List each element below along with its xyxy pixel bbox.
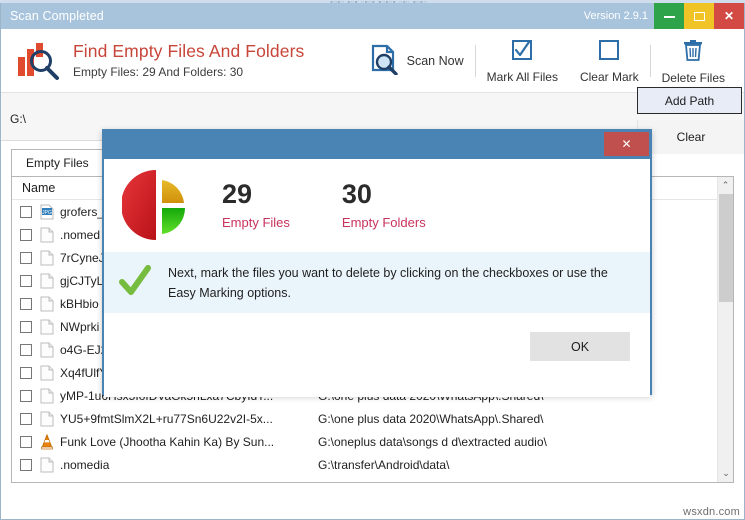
row-checkbox[interactable] <box>20 205 32 218</box>
dialog-footer: OK <box>104 313 650 397</box>
row-checkbox[interactable] <box>20 412 32 425</box>
maximize-icon <box>693 11 705 21</box>
green-check-icon <box>118 265 152 299</box>
dialog-message-bar: Next, mark the files you want to delete … <box>104 251 650 313</box>
vlc-media-icon <box>40 433 54 450</box>
row-file-path: G:\transfer\Android\data\ <box>318 457 450 472</box>
empty-folders-stat-label: Empty Folders <box>341 214 426 230</box>
generic-file-icon <box>40 388 54 404</box>
row-checkbox[interactable] <box>20 389 32 402</box>
brand-text: Find Empty Files And Folders Empty Files… <box>73 41 304 80</box>
dialog-message-text: Next, mark the files you want to delete … <box>168 266 608 300</box>
version-label: Version 2.9.1 <box>583 10 648 22</box>
generic-file-icon <box>40 365 54 381</box>
empty-folders-count: 30 <box>341 178 372 209</box>
row-file-path: G:\one plus data 2020\WhatsApp\.Shared\ <box>318 411 544 426</box>
generic-file-icon <box>40 296 54 312</box>
results-pie-chart <box>121 168 196 242</box>
row-file-name: .nomedia <box>60 457 110 472</box>
file-list-scrollbar[interactable]: ⌃ ⌄ <box>717 177 733 482</box>
minimize-icon <box>663 15 675 18</box>
dialog-close-button[interactable]: ✕ <box>604 132 649 156</box>
row-checkbox[interactable] <box>20 366 32 379</box>
table-row[interactable]: .nomedia G:\transfer\Android\data\ <box>12 453 733 476</box>
checked-box-icon <box>511 39 533 66</box>
row-file-name: Funk Love (Jhootha Kahin Ka) By Sun... <box>60 434 275 449</box>
row-checkbox[interactable] <box>20 320 32 333</box>
mark-all-files-label: Mark All Files <box>486 69 558 84</box>
svg-text:JPG: JPG <box>42 210 52 216</box>
row-checkbox[interactable] <box>20 343 32 356</box>
jpg-file-icon: JPG <box>40 204 54 220</box>
row-file-path: G:\oneplus data\songs d d\extracted audi… <box>318 434 547 449</box>
add-path-button[interactable]: Add Path <box>637 87 742 114</box>
row-checkbox[interactable] <box>20 228 32 241</box>
empty-folders-stat: 30 Empty Folders <box>341 178 426 230</box>
empty-box-icon <box>598 39 620 66</box>
title-bar: Scan Completed Version 2.9.1 ✕ <box>1 3 744 29</box>
app-header: Find Empty Files And Folders Empty Files… <box>1 29 744 93</box>
clear-mark-button[interactable]: Clear Mark <box>569 33 650 89</box>
scan-now-button[interactable]: Scan Now <box>357 33 475 89</box>
watermark: wsxdn.com <box>683 506 740 518</box>
brand: Find Empty Files And Folders Empty Files… <box>1 41 304 81</box>
empty-files-stat-label: Empty Files <box>222 214 290 230</box>
window-title: Scan Completed <box>10 9 104 23</box>
minimize-button[interactable] <box>654 3 684 29</box>
delete-files-button[interactable]: Delete Files <box>651 33 736 89</box>
empty-files-count: 29 <box>222 178 253 209</box>
generic-file-icon <box>40 457 54 473</box>
scan-document-icon <box>368 43 400 80</box>
row-file-name: YU5+9fmtSlmX2L+ru77Sn6U22v2I-5x... <box>60 411 273 426</box>
dialog-title-bar: ✕ <box>104 131 650 159</box>
app-logo-icon <box>17 41 63 81</box>
mark-all-files-button[interactable]: Mark All Files <box>476 33 569 89</box>
trash-can-icon <box>682 38 704 67</box>
close-button[interactable]: ✕ <box>714 3 744 29</box>
row-checkbox[interactable] <box>20 274 32 287</box>
row-checkbox[interactable] <box>20 458 32 471</box>
clear-mark-label: Clear Mark <box>579 69 639 84</box>
window-controls: Version 2.9.1 ✕ <box>584 3 744 29</box>
generic-file-icon <box>40 319 54 335</box>
generic-file-icon <box>40 250 54 266</box>
scroll-down-arrow-icon[interactable]: ⌄ <box>718 465 733 482</box>
scroll-up-arrow-icon[interactable]: ⌃ <box>718 177 733 194</box>
scan-summary: Empty Files: 29 And Folders: 30 <box>73 64 244 79</box>
scan-now-label: Scan Now <box>406 54 464 68</box>
page-title: Find Empty Files And Folders <box>73 41 305 62</box>
delete-files-label: Delete Files <box>661 70 725 85</box>
app-window: ▪▫▪▫ ▪▫▪ ▫▪▫▪ ▪▫▪▫▪ ▫▪▫ ▪▫▪▫ Scan Comple… <box>0 0 745 520</box>
tab-empty-files[interactable]: Empty Files <box>11 149 104 176</box>
dialog-stats: 29 Empty Files 30 Empty Folders <box>104 159 650 251</box>
scan-result-dialog: ✕ 29 Empty Files 30 Empty Folders Next, … <box>102 129 652 397</box>
row-checkbox[interactable] <box>20 435 32 448</box>
generic-file-icon <box>40 411 54 427</box>
row-checkbox[interactable] <box>20 251 32 264</box>
table-row[interactable]: YU5+9fmtSlmX2L+ru77Sn6U22v2I-5x... G:\one… <box>12 407 733 430</box>
scrollbar-thumb[interactable] <box>719 194 733 302</box>
generic-file-icon <box>40 273 54 289</box>
empty-files-stat: 29 Empty Files <box>222 178 290 230</box>
row-checkbox[interactable] <box>20 297 32 310</box>
table-row[interactable]: Funk Love (Jhootha Kahin Ka) By Sun... G:… <box>12 430 733 453</box>
main-window: Scan Completed Version 2.9.1 ✕ Find Empt… <box>0 3 745 520</box>
generic-file-icon <box>40 227 54 243</box>
toolbar: Scan Now Mark All Files Clear Mark Delet… <box>357 29 736 93</box>
maximize-button[interactable] <box>684 3 714 29</box>
generic-file-icon <box>40 342 54 358</box>
dialog-ok-button[interactable]: OK <box>530 332 630 361</box>
